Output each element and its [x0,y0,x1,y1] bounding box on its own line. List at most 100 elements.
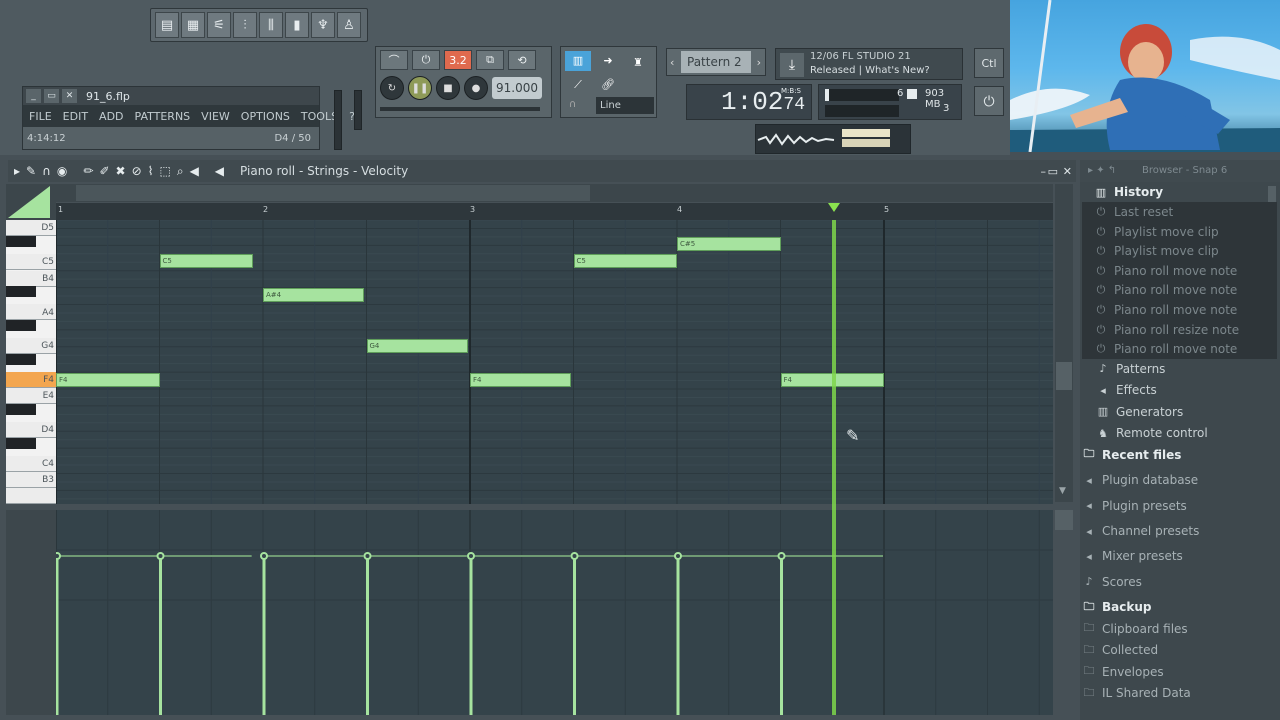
browser-arrows-icon[interactable]: ▸ ✦ ↰ [1088,165,1116,176]
velocity-handle[interactable] [467,552,475,560]
pr-restore-icon[interactable]: ▭ [1048,165,1058,178]
close-button[interactable]: ✕ [62,89,77,103]
browser-folder-9[interactable]: 🗀︎ Envelopes [1082,662,1277,682]
loop-icon[interactable]: ↻ [380,76,404,100]
bar-ruler[interactable]: 1 2 3 4 5 [56,203,1053,220]
menu-patterns[interactable]: PATTERNS [135,110,191,123]
stamp-icon[interactable]: ♜ [625,51,651,75]
browser-folder-5[interactable]: ♪ Scores [1082,572,1277,592]
piano-roll-corner[interactable] [6,184,56,220]
link-icon[interactable]: 🔗︎ [595,75,621,95]
playlist-icon[interactable]: ▤ [155,12,179,38]
history-item-3[interactable]: ⏻ Piano roll move note [1082,260,1277,281]
draw-icon[interactable]: ⟋ [565,75,591,95]
velocity-handle[interactable] [156,552,165,560]
brush-icon[interactable]: ✐ [99,164,109,178]
mixer-icon[interactable]: ⫶ [233,12,257,38]
power-icon[interactable]: ⏻ [974,86,1004,116]
velocity-scroll-thumb[interactable] [1055,510,1073,530]
menu-tools[interactable]: TOOLS [301,110,338,123]
history-item-2[interactable]: ⏻ Playlist move clip [1082,241,1277,262]
piano-roll-breadcrumb[interactable]: Piano roll - Strings - Velocity [240,164,408,178]
vertical-scroll-thumb[interactable] [1056,362,1072,390]
channel-rack-icon[interactable]: ⚟ [207,12,231,38]
delete-icon[interactable]: ✖ [116,164,126,178]
menu-view[interactable]: VIEW [201,110,230,123]
record-button[interactable]: ● [464,76,488,100]
history-item-5[interactable]: ⏻ Piano roll move note [1082,300,1277,320]
history-item-6[interactable]: ⏻ Piano roll resize note [1082,319,1277,340]
velocity-handle[interactable] [674,552,682,560]
wait-icon[interactable]: ⏻ [412,50,440,70]
typing-keyboard-icon[interactable]: ▥ [565,51,591,71]
history-item-7[interactable]: ⏻ Piano roll move note [1082,339,1277,360]
browser-folder-10[interactable]: 🗀︎ IL Shared Data [1082,683,1277,703]
recorder-icon[interactable]: ♆ [311,12,335,38]
arrow-right-small-icon[interactable]: ▸ [14,164,20,178]
note-g4[interactable]: G4 [366,339,468,353]
master-pitch-slider[interactable] [354,90,362,130]
countdown-icon[interactable]: ⧉ [476,50,504,70]
playhead-marker[interactable] [828,203,840,212]
pattern-song-toggle[interactable]: 3.2 [444,50,472,70]
magnet-icon[interactable]: ∩ [42,164,51,178]
browser-folder-7[interactable]: 🗀︎ Clipboard files [1082,619,1277,639]
tempo-display[interactable]: 91.000 [492,77,542,99]
vertical-scrollbar[interactable]: ▼ [1055,184,1073,502]
velocity-handle[interactable] [570,552,579,560]
menu-options[interactable]: OPTIONS [241,110,290,123]
download-icon[interactable]: ⤓ [780,53,804,77]
velocity-handle[interactable] [777,552,786,560]
browser-folder-3[interactable]: ◂ Channel presets [1082,521,1277,541]
restore-button[interactable]: ▭ [44,89,59,103]
browser-folder-2[interactable]: ◂ Plugin presets [1082,496,1277,516]
target-speaker-icon[interactable]: ◀ [215,164,224,178]
wrench-icon[interactable]: ✎ [26,164,36,178]
browser-folder-8[interactable]: 🗀︎ Collected [1082,640,1277,660]
browser-folder-0[interactable]: 🗀︎ Recent files [1082,445,1277,465]
menu-edit[interactable]: EDIT [63,110,88,123]
browser-folder-4[interactable]: ◂ Mixer presets [1082,546,1277,566]
loop-record-icon[interactable]: ⟲ [508,50,536,70]
master-volume-slider[interactable] [334,90,342,150]
history-item-4[interactable]: ⏻ Piano roll move note [1082,280,1277,301]
slice-icon[interactable]: ⌇ [148,164,154,178]
browser-current-2[interactable]: ▥ Generators [1082,402,1277,422]
browser-title[interactable]: Browser - Snap 6 [1142,165,1227,176]
scroll-down-icon[interactable]: ▼ [1059,486,1066,496]
velocity-handle[interactable] [363,552,372,560]
piano-roll-icon[interactable]: ▦ [181,12,205,38]
select-icon[interactable]: ⬚ [159,164,170,178]
master-pitch-bar[interactable] [380,107,540,111]
velocity-handle[interactable] [56,552,61,560]
minimize-button[interactable]: _ [26,89,41,103]
metronome-icon[interactable]: ⌒ [380,50,408,70]
pattern-selector[interactable]: ‹ Pattern 2 › [666,48,766,76]
menu-file[interactable]: FILE [29,110,52,123]
note-c5[interactable]: C5 [159,254,253,268]
history-item-1[interactable]: ⏻ Playlist move clip [1082,221,1277,242]
online-news-panel[interactable]: ⤓ 12/06 FL STUDIO 21 Released | What's N… [775,48,963,80]
song-time-display[interactable]: 1:0274 M:B:S [686,84,812,120]
note-c5[interactable]: C5 [573,254,677,268]
browser-current-1[interactable]: ◂ Effects [1082,380,1277,400]
play-pause-button[interactable]: ❚❚ [408,76,432,100]
note-c-sharp-5[interactable]: C#5 [677,237,781,251]
velocity-handle[interactable] [260,552,268,560]
note-grid[interactable]: F4 C5 A#4 G4 F4 C5 C#5 F4 [56,220,1053,504]
pattern-prev-icon[interactable]: ‹ [670,56,674,69]
figure-icon[interactable]: ♙ [337,12,361,38]
record-icon[interactable]: ◉ [57,164,67,178]
pencil-icon[interactable]: ✏ [83,164,93,178]
speaker-icon[interactable]: ◀ [190,164,199,178]
plugin-icon[interactable]: ⫼ [259,12,283,38]
horizontal-scroll-thumb[interactable] [76,185,590,201]
note-f4[interactable]: F4 [56,373,160,387]
zoom-icon[interactable]: ⌕ [177,164,184,179]
ctl-button[interactable]: Ctl [974,48,1004,78]
pr-close-icon[interactable]: ✕ [1063,165,1072,178]
browser-folder-1[interactable]: ◂ Plugin database [1082,470,1277,490]
history-item-0[interactable]: ⏻ Last reset [1082,202,1277,222]
note-a-sharp-4[interactable]: A#4 [263,288,365,302]
menu-add[interactable]: ADD [99,110,123,123]
